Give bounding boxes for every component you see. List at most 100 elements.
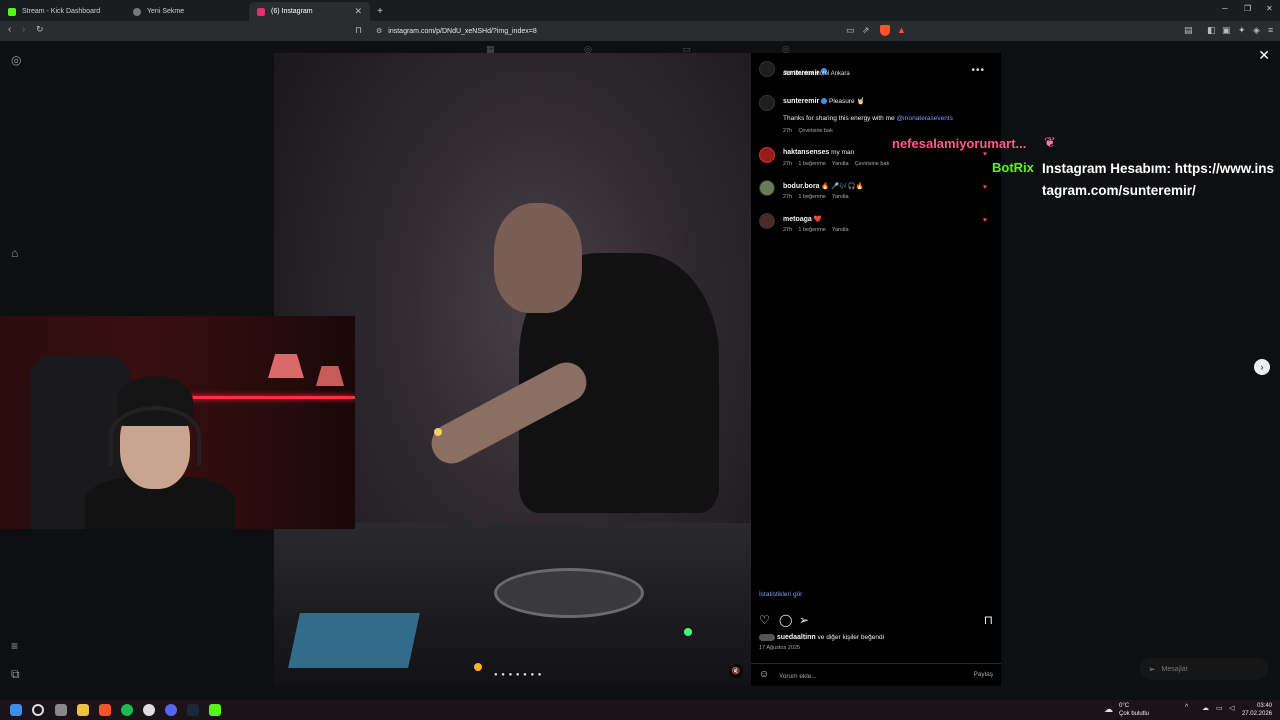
home-icon[interactable]: ⌂ <box>11 246 18 260</box>
reply-link[interactable]: Yanıtla <box>832 194 849 200</box>
like-heart-icon[interactable]: ♡ <box>759 613 770 627</box>
windows-start-icon[interactable] <box>10 704 22 716</box>
comment-text: ❤️ <box>813 216 822 223</box>
cdj-screen <box>288 613 420 668</box>
caption-text: Pleasure 🤘🏻 <box>829 98 865 105</box>
mute-icon[interactable]: 🔇 <box>729 664 743 678</box>
brave-icon[interactable] <box>99 704 111 716</box>
liked-by-rest[interactable]: ve diğer kişiler beğendi <box>818 634 884 641</box>
post-comment-button[interactable]: Paylaş <box>973 671 993 678</box>
brave-shield-icon[interactable] <box>880 25 890 36</box>
bookmark-icon[interactable]: ⊓ <box>355 25 362 36</box>
messages-button[interactable]: ➢ Mesajlar <box>1140 658 1268 680</box>
minimize-icon[interactable]: ─ <box>1222 4 1228 13</box>
task-view-icon[interactable] <box>55 704 67 716</box>
brave-rewards-icon[interactable]: ▲ <box>897 25 906 35</box>
headset <box>109 406 201 466</box>
wallet-icon[interactable]: ▣ <box>1222 25 1231 36</box>
onedrive-icon[interactable]: ☁ <box>1202 704 1209 712</box>
view-insights-link[interactable]: İstatistikleri gör <box>759 591 802 598</box>
comment-likes[interactable]: 1 beğenme <box>798 194 826 200</box>
tab-instagram[interactable]: (6) Instagram ✕ <box>249 2 370 21</box>
bot-message: Instagram Hesabım: https://www.instagram… <box>1042 161 1275 198</box>
more-options-icon[interactable]: ••• <box>971 65 985 76</box>
comment-like-heart-icon[interactable]: ♥ <box>983 217 987 224</box>
send-icon: ➢ <box>1148 663 1156 674</box>
steam-icon[interactable] <box>187 704 199 716</box>
back-icon[interactable]: ‹ <box>8 24 11 35</box>
kick-icon[interactable] <box>209 704 221 716</box>
save-bookmark-icon[interactable]: ⊓ <box>984 613 993 627</box>
avatar[interactable] <box>759 147 775 163</box>
send-icon[interactable]: ➢ <box>799 613 809 627</box>
streamer-figure <box>85 376 235 529</box>
reload-icon[interactable]: ↻ <box>36 24 44 35</box>
avatar[interactable] <box>759 180 775 196</box>
chat-username: nefesalamiyorumart... <box>892 136 1027 151</box>
liked-by-user[interactable]: suedaaltinn <box>777 634 816 641</box>
deck-light <box>684 628 692 636</box>
network-icon[interactable]: ▭ <box>1216 704 1223 712</box>
volume-icon[interactable]: ◁ <box>1229 704 1234 712</box>
add-comment-bar: ☺ Paylaş <box>751 663 1001 686</box>
see-translation-link[interactable]: Çevirisine bak <box>855 161 890 167</box>
also-from-meta-icon[interactable]: ⧉ <box>11 667 20 682</box>
browser-toolbar: ‹ › ↻ ⊓ ⚙ instagram.com/p/DNdU_xeNSHd/?i… <box>0 21 1280 41</box>
comment-input[interactable] <box>779 670 949 682</box>
menu-icon[interactable]: ≡ <box>1268 25 1273 35</box>
search-icon[interactable] <box>32 704 44 716</box>
comment-likes[interactable]: 1 beğenme <box>798 227 826 233</box>
emoji-icon[interactable]: ☺ <box>759 669 769 680</box>
weather-icon[interactable]: ☁ <box>1104 704 1113 715</box>
share-icon[interactable]: ⇗ <box>862 25 870 36</box>
chatgpt-icon[interactable] <box>143 704 155 716</box>
chat-badge-icon: ❦ <box>1044 134 1056 150</box>
vpn-icon[interactable]: ◈ <box>1253 25 1260 36</box>
forward-icon[interactable]: › <box>22 24 25 35</box>
instagram-logo-icon[interactable]: ◎ <box>11 53 21 67</box>
site-info-icon[interactable]: ⚙ <box>376 27 382 35</box>
close-post-icon[interactable]: ✕ <box>1258 47 1270 64</box>
comment-icon[interactable]: ◯ <box>779 613 792 627</box>
file-explorer-icon[interactable] <box>77 704 89 716</box>
caption-mention-link[interactable]: @monaterasevents <box>896 115 952 122</box>
next-post-arrow-icon[interactable]: › <box>1254 359 1270 375</box>
deck-light <box>474 663 482 671</box>
comment-username[interactable]: metoaga <box>783 216 812 223</box>
weather-widget[interactable]: 0°C Çok bulutlu <box>1119 702 1149 718</box>
extensions-icon[interactable]: ✦ <box>1238 25 1246 36</box>
comment-like-heart-icon[interactable]: ♥ <box>983 184 987 191</box>
reply-link[interactable]: Yanıtla <box>832 161 849 167</box>
post-actions: ♡ ◯ ➢ ⊓ <box>759 613 993 627</box>
comment-likes[interactable]: 1 beğenme <box>798 161 826 167</box>
show-hidden-icons[interactable]: ^ <box>1185 704 1188 711</box>
reply-link[interactable]: Yanıtla <box>832 227 849 233</box>
verified-badge-icon <box>821 98 828 105</box>
avatar[interactable] <box>759 213 775 229</box>
close-window-icon[interactable]: ✕ <box>1266 4 1273 13</box>
more-menu-icon[interactable]: ≡ <box>11 639 18 653</box>
split-view-icon[interactable]: ◧ <box>1207 25 1216 36</box>
comment-username[interactable]: haktansenses <box>783 149 829 156</box>
close-tab-icon[interactable]: ✕ <box>354 6 362 17</box>
see-translation-link[interactable]: Çevirisine bak <box>798 128 833 134</box>
avatar[interactable] <box>759 95 775 111</box>
system-clock[interactable]: 03:40 27.02.2026 <box>1242 702 1272 718</box>
avatar[interactable] <box>759 61 775 77</box>
discord-icon[interactable] <box>165 704 177 716</box>
tab-label: Yeni Sekme <box>147 8 185 15</box>
instagram-favicon-icon <box>257 7 265 16</box>
tab-new-tab[interactable]: Yeni Sekme <box>125 2 249 21</box>
spotify-icon[interactable] <box>121 704 133 716</box>
post-location[interactable]: JW Marriott Hotel Ankara <box>783 71 850 77</box>
sidebar-icon[interactable]: ▤ <box>1184 25 1193 36</box>
cast-icon[interactable]: ▭ <box>846 25 855 36</box>
tab-kick-dashboard[interactable]: Stream - Kick Dashboard <box>0 2 125 21</box>
restore-icon[interactable]: ❐ <box>1244 4 1251 13</box>
new-tab-button[interactable]: + <box>372 2 388 21</box>
comment-username[interactable]: bodur.bora <box>783 183 820 190</box>
new-tab-favicon-icon <box>133 7 141 16</box>
comment-like-heart-icon[interactable]: ♥ <box>983 151 987 158</box>
caption-username[interactable]: sunteremir <box>783 98 819 105</box>
caption-time: 27h <box>783 128 793 134</box>
